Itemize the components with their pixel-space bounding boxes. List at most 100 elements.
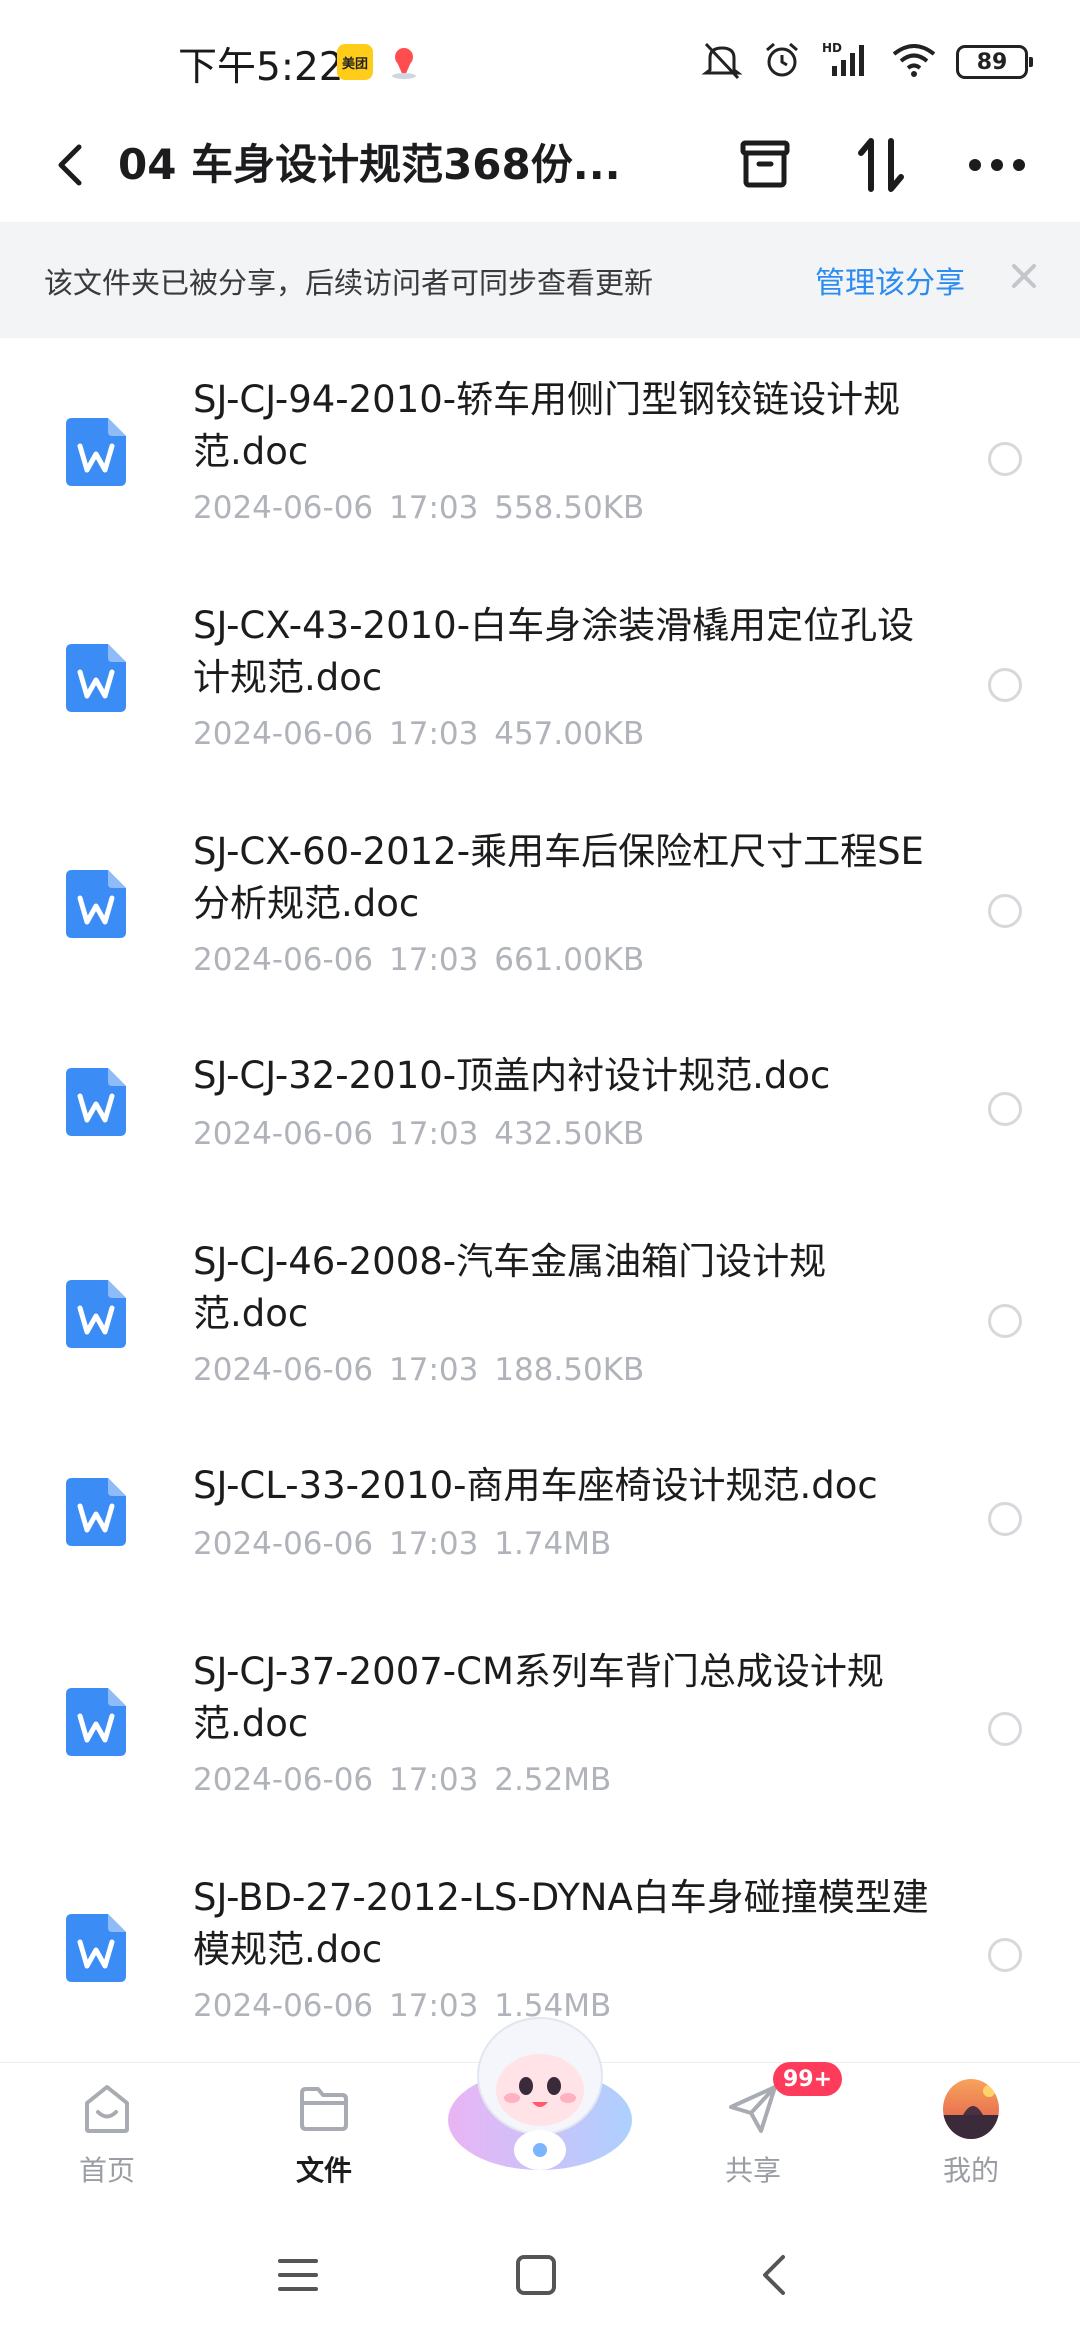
file-list: SJ-CJ-94-2010-轿车用侧门型钢铰链设计规范.doc 2024-06-…	[0, 338, 1080, 2064]
file-name: SJ-CL-33-2010-商用车座椅设计规范.doc	[193, 1464, 878, 1507]
file-row[interactable]: SJ-CX-60-2012-乘用车后保险杠尺寸工程SE分析规范.doc 2024…	[0, 790, 1080, 1016]
word-doc-icon	[66, 870, 126, 938]
status-time: 下午5:22	[178, 45, 344, 90]
file-size: 2.52MB	[494, 1762, 612, 1798]
home-system-button[interactable]	[501, 2240, 571, 2310]
nav-files[interactable]: 文件	[259, 2063, 389, 2213]
back-arrow-icon	[763, 2255, 785, 2295]
close-banner-button[interactable]	[1000, 252, 1048, 300]
word-doc-icon	[66, 418, 126, 486]
file-time: 17:03	[389, 1116, 479, 1152]
file-date: 2024-06-06	[193, 942, 374, 978]
file-time: 17:03	[389, 1762, 479, 1798]
share-banner: 该文件夹已被分享，后续访问者可同步查看更新 管理该分享	[0, 222, 1080, 338]
file-size: 1.74MB	[494, 1526, 612, 1562]
meituan-notification-icon: 美团	[337, 44, 373, 80]
map-notification-icon	[386, 44, 422, 80]
archive-icon	[740, 140, 790, 188]
select-radio[interactable]	[988, 1092, 1022, 1126]
system-nav-bar	[0, 2212, 1080, 2340]
file-meta: 2024-06-06 17:03 558.50KB	[193, 490, 644, 526]
file-size: 432.50KB	[494, 1116, 645, 1152]
status-icons: HD 89	[700, 38, 1033, 86]
file-date: 2024-06-06	[193, 716, 374, 752]
file-date: 2024-06-06	[193, 1762, 374, 1798]
file-size: 457.00KB	[494, 716, 645, 752]
word-doc-icon	[66, 1478, 126, 1546]
file-date: 2024-06-06	[193, 1526, 374, 1562]
select-radio[interactable]	[988, 668, 1022, 702]
share-count-badge: 99+	[773, 2062, 843, 2096]
wifi-icon	[890, 40, 938, 84]
back-button[interactable]	[40, 132, 100, 198]
file-name: SJ-CJ-46-2008-汽车金属油箱门设计规范.doc	[193, 1240, 827, 1335]
select-radio[interactable]	[988, 1712, 1022, 1746]
word-doc-icon	[66, 1688, 126, 1756]
file-row[interactable]: SJ-CJ-32-2010-顶盖内衬设计规范.doc 2024-06-06 17…	[0, 1016, 1080, 1190]
sort-icon	[858, 138, 904, 192]
file-row[interactable]: SJ-CX-43-2010-白车身涂装滑橇用定位孔设计规范.doc 2024-0…	[0, 564, 1080, 790]
file-time: 17:03	[389, 942, 479, 978]
more-icon	[969, 159, 1025, 171]
folder-icon	[296, 2081, 352, 2137]
file-size: 188.50KB	[494, 1352, 645, 1388]
svg-text:HD: HD	[822, 41, 842, 55]
status-bar: 下午5:22 美团 HD 89	[0, 0, 1080, 120]
word-doc-icon	[66, 644, 126, 712]
nav-home[interactable]: 首页	[42, 2063, 172, 2213]
file-name: SJ-CJ-94-2010-轿车用侧门型钢铰链设计规范.doc	[193, 378, 901, 473]
signal-icon: HD	[820, 40, 872, 84]
alarm-icon	[762, 40, 802, 84]
archive-button[interactable]	[732, 132, 798, 198]
nav-profile[interactable]: 我的	[906, 2063, 1036, 2213]
menu-icon	[278, 2259, 318, 2291]
file-meta: 2024-06-06 17:03 1.74MB	[193, 1526, 611, 1562]
file-date: 2024-06-06	[193, 1116, 374, 1152]
assistant-mascot-button[interactable]	[440, 2000, 640, 2190]
page-title: 04 车身设计规范368份...	[118, 140, 621, 189]
file-date: 2024-06-06	[193, 1352, 374, 1388]
file-name: SJ-CX-43-2010-白车身涂装滑橇用定位孔设计规范.doc	[193, 604, 915, 699]
file-row[interactable]: SJ-CJ-37-2007-CM系列车背门总成设计规范.doc 2024-06-…	[0, 1590, 1080, 1816]
file-date: 2024-06-06	[193, 490, 374, 526]
file-size: 661.00KB	[494, 942, 645, 978]
file-time: 17:03	[389, 490, 479, 526]
square-icon	[516, 2255, 556, 2295]
file-row[interactable]: SJ-CL-33-2010-商用车座椅设计规范.doc 2024-06-06 1…	[0, 1416, 1080, 1590]
select-radio[interactable]	[988, 1304, 1022, 1338]
select-radio[interactable]	[988, 1502, 1022, 1536]
more-button[interactable]	[964, 132, 1030, 198]
file-row[interactable]: SJ-CJ-46-2008-汽车金属油箱门设计规范.doc 2024-06-06…	[0, 1190, 1080, 1416]
nav-label: 文件	[295, 2154, 352, 2187]
nav-label: 首页	[78, 2154, 135, 2187]
share-notice-text: 该文件夹已被分享，后续访问者可同步查看更新	[44, 266, 654, 300]
header: 04 车身设计规范368份...	[0, 110, 1080, 220]
file-meta: 2024-06-06 17:03 188.50KB	[193, 1352, 644, 1388]
mascot-icon	[448, 2017, 632, 2170]
file-name: SJ-CJ-32-2010-顶盖内衬设计规范.doc	[193, 1054, 831, 1097]
select-radio[interactable]	[988, 1938, 1022, 1972]
menu-button[interactable]	[263, 2240, 333, 2310]
avatar-wrapper	[943, 2079, 999, 2139]
sort-button[interactable]	[848, 132, 914, 198]
file-date: 2024-06-06	[193, 1988, 374, 2024]
file-row[interactable]: SJ-CJ-94-2010-轿车用侧门型钢铰链设计规范.doc 2024-06-…	[0, 338, 1080, 564]
mute-icon	[700, 40, 744, 84]
select-radio[interactable]	[988, 894, 1022, 928]
word-doc-icon	[66, 1914, 126, 1982]
battery-indicator: 89	[956, 45, 1033, 79]
manage-share-link[interactable]: 管理该分享	[815, 258, 965, 302]
nav-label: 我的	[942, 2154, 999, 2187]
chevron-left-icon	[58, 144, 82, 186]
file-meta: 2024-06-06 17:03 432.50KB	[193, 1116, 644, 1152]
nav-label: 共享	[724, 2154, 781, 2187]
file-name: SJ-CX-60-2012-乘用车后保险杠尺寸工程SE分析规范.doc	[193, 830, 924, 925]
file-meta: 2024-06-06 17:03 2.52MB	[193, 1762, 611, 1798]
avatar	[943, 2079, 999, 2139]
file-meta: 2024-06-06 17:03 457.00KB	[193, 716, 644, 752]
file-meta: 2024-06-06 17:03 661.00KB	[193, 942, 644, 978]
file-name: SJ-CJ-37-2007-CM系列车背门总成设计规范.doc	[193, 1650, 884, 1745]
select-radio[interactable]	[988, 442, 1022, 476]
file-time: 17:03	[389, 1526, 479, 1562]
back-system-button[interactable]	[739, 2240, 809, 2310]
